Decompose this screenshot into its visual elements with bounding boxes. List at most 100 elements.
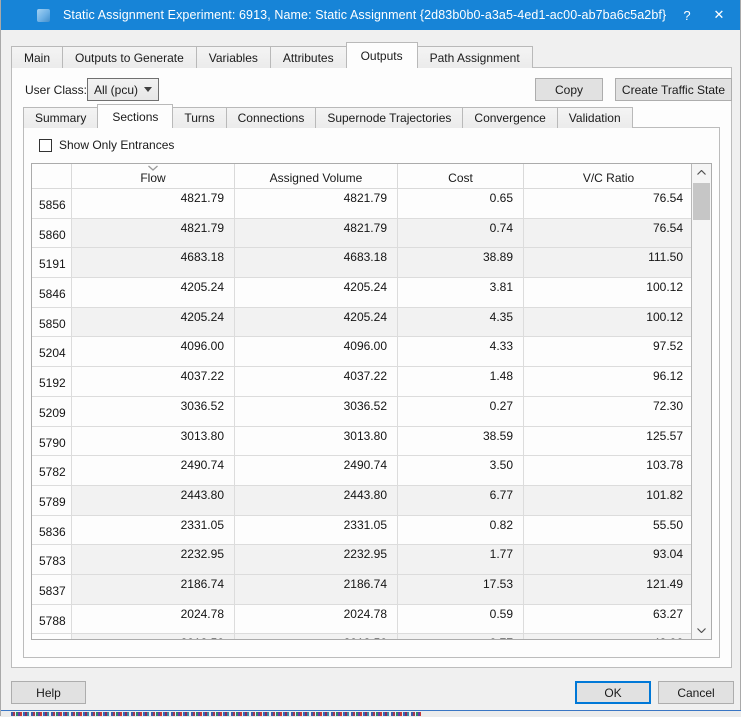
cell-assigned-volume[interactable]: 2186.74 [235,574,398,604]
tab-attributes[interactable]: Attributes [269,46,347,68]
cell-assigned-volume[interactable]: 2232.95 [235,545,398,574]
cell-assigned-volume[interactable]: 3036.52 [235,396,398,426]
cell-cost[interactable]: 0.65 [398,189,524,218]
table-row[interactable]: 5191 4683.18 4683.18 38.89 111.50 [32,248,691,279]
row-header-cell[interactable]: 5836 [32,515,72,545]
row-header-cell[interactable]: 5856 [32,189,72,218]
cell-flow[interactable]: 2490.74 [72,456,235,485]
cell-flow[interactable]: 4037.22 [72,367,235,396]
table-row[interactable]: 5204 4096.00 4096.00 4.33 97.52 [32,337,691,368]
cell-assigned-volume[interactable]: 4205.24 [235,307,398,337]
cell-flow[interactable]: 4096.00 [72,337,235,367]
titlebar-help-button[interactable]: ? [670,0,704,30]
row-header-cell[interactable]: 5782 [32,456,72,485]
cell-flow[interactable]: 2186.74 [72,574,235,604]
cell-flow[interactable]: 4205.24 [72,307,235,337]
table-row[interactable]: 5790 3013.80 3013.80 38.59 125.57 [32,426,691,457]
cell-cost[interactable]: 0.74 [398,218,524,248]
table-row[interactable]: 5836 2331.05 2331.05 0.82 55.50 [32,515,691,546]
cell-flow[interactable]: 3013.80 [72,426,235,456]
help-button[interactable]: Help [11,681,86,704]
row-header-cell[interactable]: 5209 [32,396,72,426]
cell-assigned-volume[interactable]: 3013.80 [235,426,398,456]
row-header-cell[interactable]: 5850 [32,307,72,337]
table-row[interactable]: 5783 2232.95 2232.95 1.77 93.04 [32,545,691,575]
row-header-cell[interactable]: 5192 [32,367,72,396]
cell-assigned-volume[interactable]: 4037.22 [235,367,398,396]
table-row[interactable]: 5788 2024.78 2024.78 0.59 63.27 [32,604,691,635]
show-only-entrances-checkbox[interactable]: Show Only Entrances [39,138,174,152]
row-header-cell[interactable]: 5204 [32,337,72,367]
row-header-cell[interactable]: 5191 [32,248,72,278]
cell-flow[interactable]: 2331.05 [72,515,235,545]
cell-assigned-volume[interactable]: 2443.80 [235,485,398,515]
scroll-down-icon[interactable] [692,622,711,639]
tab-outputs-to-generate[interactable]: Outputs to Generate [62,46,197,68]
cell-flow[interactable]: 4683.18 [72,248,235,278]
table-row[interactable]: 2018.502018.500.7748.06 [32,634,691,639]
cell-cost[interactable]: 38.89 [398,248,524,278]
cell-cost[interactable]: 1.77 [398,545,524,574]
cell-vc-ratio[interactable]: 72.30 [524,397,691,426]
cell-vc-ratio[interactable]: 121.49 [524,574,691,604]
checkbox-box[interactable] [39,138,52,152]
cell-flow[interactable]: 4821.79 [72,189,235,218]
cell-cost[interactable]: 3.50 [398,456,524,485]
cell-vc-ratio[interactable]: 48.06 [524,634,691,639]
cell-assigned-volume[interactable]: 2018.50 [235,634,398,639]
tab-path-assignment[interactable]: Path Assignment [416,46,533,68]
cell-assigned-volume[interactable]: 2331.05 [235,515,398,545]
tab-main[interactable]: Main [11,46,64,68]
subtab-sections[interactable]: Sections [97,104,174,128]
row-header-cell[interactable]: 5860 [32,218,72,248]
cell-flow[interactable]: 4205.24 [72,278,235,307]
cell-assigned-volume[interactable]: 2024.78 [235,604,398,634]
cell-vc-ratio[interactable]: 55.50 [524,516,691,545]
subtab-validation[interactable]: Validation [556,107,633,128]
subtab-supernode-trajectories[interactable]: Supernode Trajectories [315,107,464,128]
cell-assigned-volume[interactable]: 4205.24 [235,278,398,307]
cell-cost[interactable]: 0.59 [398,604,524,634]
cell-assigned-volume[interactable]: 4821.79 [235,218,398,248]
close-icon[interactable]: ✕ [702,0,736,30]
cell-vc-ratio[interactable]: 76.54 [524,218,691,248]
cell-cost[interactable]: 0.27 [398,396,524,426]
table-row[interactable]: 5860 4821.79 4821.79 0.74 76.54 [32,218,691,249]
cell-flow[interactable]: 2232.95 [72,545,235,574]
cell-vc-ratio[interactable]: 100.12 [524,278,691,307]
cell-vc-ratio[interactable]: 100.12 [524,307,691,337]
subtab-turns[interactable]: Turns [172,107,227,128]
cell-vc-ratio[interactable]: 101.82 [524,485,691,515]
table-row[interactable]: 5837 2186.74 2186.74 17.53 121.49 [32,574,691,605]
row-header-cell[interactable]: 5783 [32,545,72,574]
cell-assigned-volume[interactable]: 2490.74 [235,456,398,485]
cell-cost[interactable]: 4.33 [398,337,524,367]
column-header-vc-ratio[interactable]: V/C Ratio [524,164,693,188]
cell-vc-ratio[interactable]: 76.54 [524,189,691,218]
cell-vc-ratio[interactable]: 97.52 [524,337,691,366]
cell-assigned-volume[interactable]: 4096.00 [235,337,398,367]
copy-button[interactable]: Copy [535,78,603,101]
subtab-convergence[interactable]: Convergence [462,107,558,128]
cell-cost[interactable]: 38.59 [398,426,524,456]
table-row[interactable]: 5850 4205.24 4205.24 4.35 100.12 [32,307,691,338]
column-header-cost[interactable]: Cost [398,164,524,188]
table-row[interactable]: 5789 2443.80 2443.80 6.77 101.82 [32,485,691,516]
row-header-cell[interactable]: 5789 [32,485,72,515]
vertical-scrollbar[interactable] [691,164,711,639]
titlebar[interactable]: Static Assignment Experiment: 6913, Name… [1,0,740,30]
tab-variables[interactable]: Variables [195,46,271,68]
cell-cost[interactable]: 3.81 [398,278,524,307]
cell-flow[interactable]: 2018.50 [72,634,235,639]
cell-vc-ratio[interactable]: 93.04 [524,545,691,574]
cell-vc-ratio[interactable]: 63.27 [524,605,691,634]
cell-cost[interactable]: 4.35 [398,307,524,337]
cell-vc-ratio[interactable]: 125.57 [524,427,691,456]
scroll-up-icon[interactable] [692,164,711,181]
row-header-cell[interactable]: 5788 [32,604,72,634]
table-row[interactable]: 5209 3036.52 3036.52 0.27 72.30 [32,396,691,427]
cell-vc-ratio[interactable]: 96.12 [524,367,691,396]
row-header-cell[interactable]: 5790 [32,426,72,456]
column-header-flow[interactable]: Flow [72,164,235,188]
cell-flow[interactable]: 3036.52 [72,396,235,426]
